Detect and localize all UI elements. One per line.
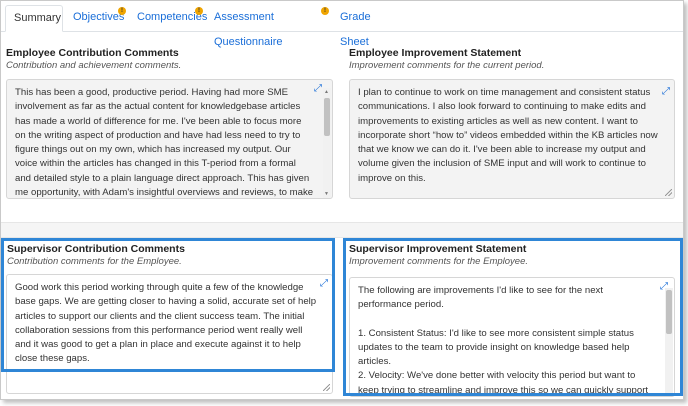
warning-badge-icon: ! <box>118 7 126 15</box>
expand-icon[interactable]: ⤢ <box>662 86 670 97</box>
employee-contribution-title: Employee Contribution Comments <box>6 47 179 59</box>
tab-label: Objectives <box>73 11 125 23</box>
tab-competencies[interactable]: Competencies ! <box>129 5 207 30</box>
warning-badge-icon: ! <box>195 7 203 15</box>
scroll-up-arrow-icon[interactable]: ▲ <box>324 89 329 95</box>
expand-icon[interactable]: ⤢ <box>314 83 322 94</box>
tab-objectives[interactable]: Objectives ! <box>65 5 127 30</box>
employee-improvement-title: Employee Improvement Statement <box>349 47 522 59</box>
warning-badge-icon: ! <box>321 7 329 15</box>
tab-summary[interactable]: Summary <box>5 5 63 32</box>
tab-grade-sheet[interactable]: Grade Sheet <box>332 5 402 48</box>
highlight-supervisor-contribution <box>1 238 335 372</box>
highlight-supervisor-improvement <box>343 238 683 396</box>
tab-bar: Summary Objectives ! Competencies ! Asse… <box>1 1 683 48</box>
tab-label: Assessment Questionnaire <box>214 11 283 48</box>
employee-contribution-textarea[interactable]: This has been a good, productive period.… <box>6 79 333 199</box>
employee-improvement-text: I plan to continue to work on time manag… <box>358 87 658 184</box>
scroll-down-arrow-icon[interactable]: ▼ <box>324 191 329 197</box>
tab-label: Grade Sheet <box>340 11 371 48</box>
employee-contribution-subtitle: Contribution and achievement comments. <box>6 60 182 71</box>
scrollbar[interactable]: ▲ ▼ <box>323 88 331 198</box>
section-divider <box>1 222 683 238</box>
employee-contribution-text: This has been a good, productive period.… <box>15 87 314 199</box>
employee-improvement-textarea[interactable]: I plan to continue to work on time manag… <box>349 79 675 199</box>
scrollbar-thumb[interactable] <box>324 98 330 136</box>
tab-label: Summary <box>14 12 62 24</box>
resize-grip-icon[interactable] <box>323 384 330 391</box>
tab-assessment-questionnaire[interactable]: Assessment Questionnaire ! <box>206 5 332 48</box>
employee-improvement-subtitle: Improvement comments for the current per… <box>349 60 545 71</box>
resize-grip-icon[interactable] <box>665 189 672 196</box>
review-form-window: Summary Objectives ! Competencies ! Asse… <box>0 0 684 400</box>
